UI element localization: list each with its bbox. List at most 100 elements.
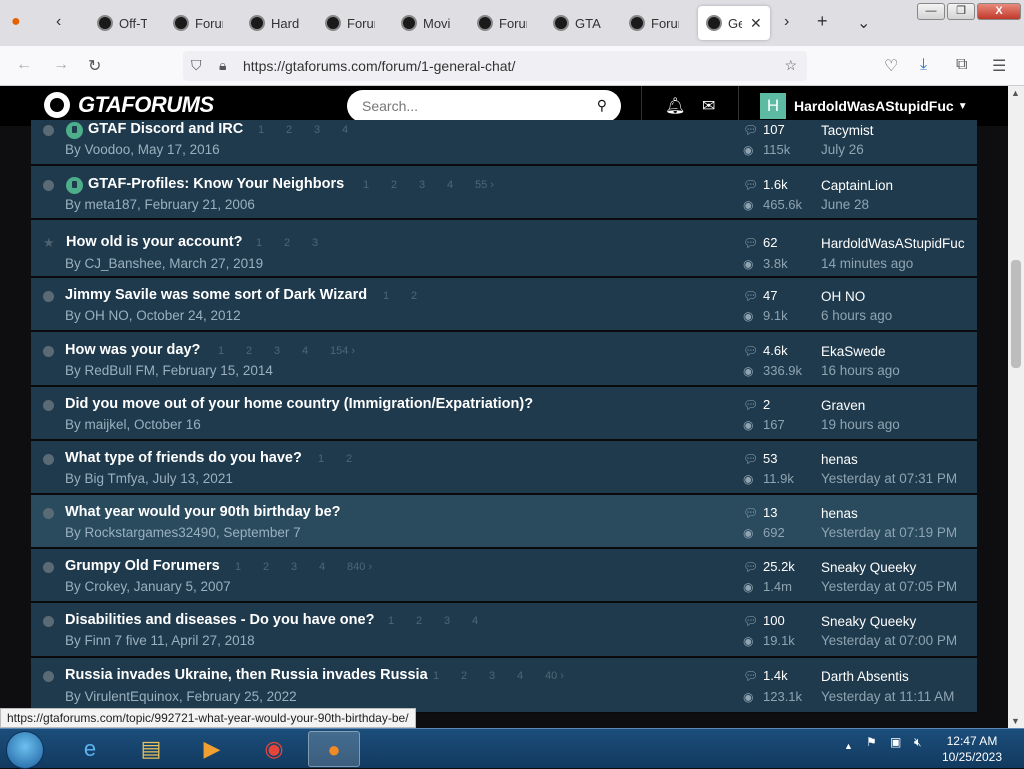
scroll-up-icon[interactable]: ▲ [1011,88,1020,98]
topic-author-date[interactable]: By Crokey, January 5, 2007 [65,579,231,594]
last-poster-link[interactable]: HardoldWasAStupidFuc [821,236,965,251]
page-link[interactable]: 3 [444,615,472,627]
network-icon[interactable]: ▣ [890,735,901,749]
page-link[interactable]: 2 [346,453,374,465]
file-explorer-icon[interactable]: ▤ [125,731,177,767]
scroll-down-icon[interactable]: ▼ [1011,716,1020,726]
search-icon[interactable]: ⚲ [597,97,607,114]
topic-title-link[interactable]: What year would your 90th birthday be? [65,504,341,520]
read-status-dot-icon[interactable] [43,180,54,191]
page-link[interactable]: 4 [302,345,330,357]
topic-author-date[interactable]: By CJ_Banshee, March 27, 2019 [65,256,263,271]
browser-tab-active[interactable]: Ge ✕ [698,6,770,40]
page-link[interactable]: 4 [319,561,347,573]
last-poster-link[interactable]: Tacymist [821,123,874,138]
browser-tab[interactable]: Forum [629,6,679,40]
topic-row[interactable]: What type of friends do you have? 1 2 By Bi… [31,441,977,495]
topic-row[interactable]: Did you move out of your home country (I… [31,387,977,441]
topic-title-link[interactable]: How old is your account? [66,234,242,250]
topic-title-link[interactable]: What type of friends do you have? [65,450,302,466]
browser-tab[interactable]: Forum [173,6,223,40]
close-window-button[interactable]: X [977,3,1021,20]
last-poster-link[interactable]: henas [821,506,858,521]
page-link[interactable]: 3 [312,237,340,249]
volume-muted-icon[interactable]: 🔇︎ [914,735,922,750]
show-hidden-icons-icon[interactable]: ▲ [844,741,853,751]
topic-row[interactable]: Disabilities and diseases - Do you have … [31,603,977,658]
page-link[interactable]: 2 [246,345,274,357]
last-post-time[interactable]: Yesterday at 07:00 PM [821,633,957,648]
topic-title-link[interactable]: How was your day? [65,342,200,358]
shield-icon[interactable]: ⛉ [191,57,202,74]
firefox-icon[interactable]: ● [308,731,360,767]
topic-author-date[interactable]: By Finn 7 five 11, April 27, 2018 [65,633,255,648]
page-link[interactable]: 3 [419,179,447,191]
notifications-bell-icon[interactable]: 🔔︎ [665,96,685,116]
page-link[interactable]: 3 [274,345,302,357]
topic-title-link[interactable]: Did you move out of your home country (I… [65,396,533,412]
messages-envelope-icon[interactable]: ✉ [702,96,715,116]
last-post-time[interactable]: Yesterday at 07:31 PM [821,471,957,486]
topic-row[interactable]: What year would your 90th birthday be? By… [31,495,977,549]
last-post-time[interactable]: June 28 [821,197,869,212]
page-link[interactable]: 154 › [330,345,358,357]
page-link[interactable]: 2 [284,237,312,249]
last-poster-link[interactable]: CaptainLion [821,178,893,193]
last-post-time[interactable]: 16 hours ago [821,363,900,378]
vertical-scrollbar[interactable]: ▲ ▼ [1008,86,1024,728]
gtaforums-logo[interactable]: GTAFORUMS [44,92,214,118]
topic-title-link[interactable]: Russia invades Ukraine, then Russia inva… [65,667,428,683]
read-status-dot-icon[interactable] [43,346,54,357]
tab-scroll-left-icon[interactable]: ‹ [56,13,61,31]
page-link[interactable]: 1 [318,453,346,465]
last-post-time[interactable]: Yesterday at 07:19 PM [821,525,957,540]
page-link[interactable]: 3 [291,561,319,573]
internet-explorer-icon[interactable]: e [64,731,116,767]
last-post-time[interactable]: 19 hours ago [821,417,900,432]
browser-tab[interactable]: Forum [325,6,375,40]
tab-scroll-right-icon[interactable]: › [784,13,789,31]
page-link[interactable]: 40 › [545,670,573,682]
chrome-icon[interactable]: ◉ [248,731,300,767]
topic-row[interactable]: GTAF-Profiles: Know Your Neighbors 1 2 3 4 55… [31,166,977,220]
topic-author-date[interactable]: By Big Tmfya, July 13, 2021 [65,471,233,486]
read-status-dot-icon[interactable] [43,562,54,573]
scrollbar-thumb[interactable] [1011,260,1021,368]
last-poster-link[interactable]: OH NO [821,289,865,304]
back-arrow-icon[interactable]: ← [16,56,32,74]
downloads-icon[interactable]: ⤓ [920,56,927,74]
lock-icon[interactable]: 🔒︎ [219,57,226,74]
last-post-time[interactable]: 6 hours ago [821,308,892,323]
action-center-flag-icon[interactable]: ⚑ [866,735,877,749]
topic-row[interactable]: Grumpy Old Forumers 1 2 3 4 840 › By Crokey, J… [31,549,977,603]
user-menu[interactable]: H HardoldWasAStupidFuc ▼ [760,93,968,119]
page-link[interactable]: 3 [314,124,342,136]
start-button[interactable] [6,731,44,769]
topic-row[interactable]: Russia invades Ukraine, then Russia inva… [31,658,977,714]
page-link[interactable]: 1 [388,615,416,627]
extensions-icon[interactable]: ⧉ [956,56,967,74]
topic-author-date[interactable]: By Rockstargames32490, September 7 [65,525,301,540]
browser-tab[interactable]: Hardc [249,6,299,40]
page-link[interactable]: 3 [489,670,517,682]
last-poster-link[interactable]: Sneaky Queeky [821,560,916,575]
page-link[interactable]: 1 [258,124,286,136]
page-link[interactable]: 2 [411,290,439,302]
topic-author-date[interactable]: By OH NO, October 24, 2012 [65,308,241,323]
topic-title-link[interactable]: Jimmy Savile was some sort of Dark Wizar… [65,287,367,303]
browser-tab[interactable]: Forum [477,6,527,40]
topic-author-date[interactable]: By RedBull FM, February 15, 2014 [65,363,273,378]
last-post-time[interactable]: Yesterday at 11:11 AM [821,689,954,704]
topic-row[interactable]: ★ How old is your account? 1 2 3 By CJ_Banshe… [31,220,977,278]
media-player-icon[interactable]: ▶ [186,731,238,767]
read-status-dot-icon[interactable] [43,454,54,465]
last-post-time[interactable]: Yesterday at 07:05 PM [821,579,957,594]
last-poster-link[interactable]: EkaSwede [821,344,886,359]
topic-author-date[interactable]: By maijkel, October 16 [65,417,201,432]
browser-tab[interactable]: GTA V [553,6,603,40]
page-link[interactable]: 1 [218,345,246,357]
hamburger-menu-icon[interactable]: ☰ [992,56,1006,76]
topic-row[interactable]: GTAF Discord and IRC 1 2 3 4 By Voodoo, May 1… [31,120,977,166]
url-bar[interactable]: ⛉ 🔒︎ https://gtaforums.com/forum/1-gener… [183,51,807,81]
page-link[interactable]: 1 [383,290,411,302]
